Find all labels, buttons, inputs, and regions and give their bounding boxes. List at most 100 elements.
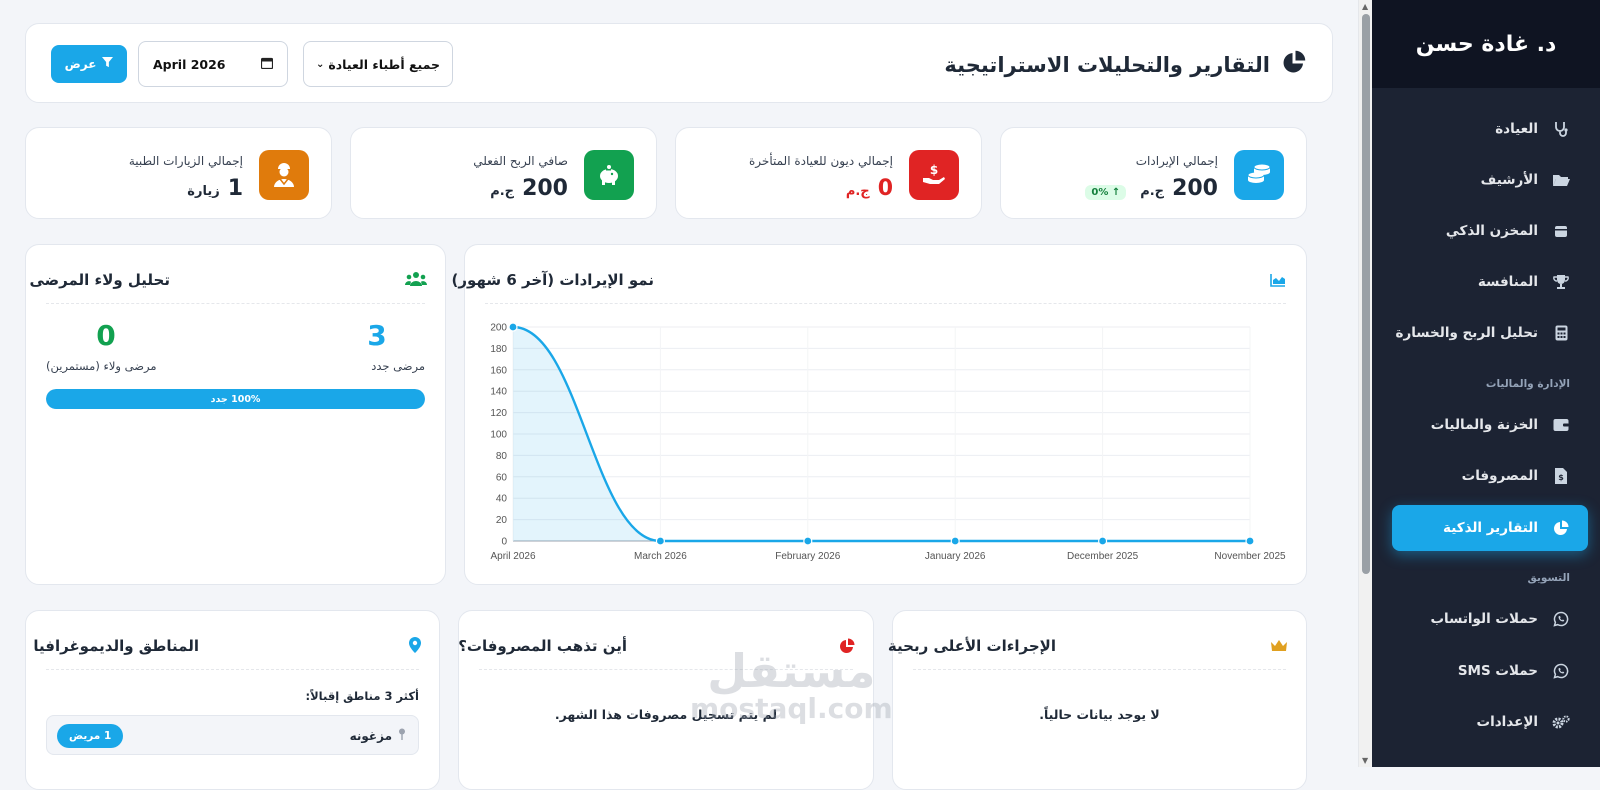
view-button-label: عرض xyxy=(64,57,97,71)
data-point xyxy=(508,322,518,332)
map-marker-icon xyxy=(409,637,421,657)
invoice-icon: $ xyxy=(1550,468,1572,484)
x-tick-label: February 2026 xyxy=(775,551,840,562)
sidebar-item-label: الأرشيف xyxy=(1480,172,1538,188)
region-list-item: مزغونه 1 مريض xyxy=(46,715,419,755)
divider xyxy=(46,303,425,304)
region-name-wrap: مزغونه xyxy=(350,728,406,743)
pie-chart-icon xyxy=(1550,520,1572,536)
sidebar-item-smart-reports[interactable]: التقارير الذكية xyxy=(1392,505,1588,551)
scroll-up-arrow-icon[interactable]: ▲ xyxy=(1362,2,1368,11)
sidebar-item-smart-store[interactable]: المخزن الذكي xyxy=(1392,208,1588,254)
sidebar-item-expenses[interactable]: $ المصروفات xyxy=(1392,453,1588,499)
y-tick-label: 60 xyxy=(496,472,508,483)
sidebar-item-label: المصروفات xyxy=(1461,468,1538,484)
y-tick-label: 100 xyxy=(490,430,507,441)
region-count-badge: 1 مريض xyxy=(57,724,124,748)
sidebar-item-clinic[interactable]: العيادة xyxy=(1392,106,1588,152)
sidebar-item-label: حملات SMS xyxy=(1457,663,1538,679)
divider xyxy=(479,669,853,670)
sidebar-item-label: الإعدادات xyxy=(1476,714,1538,730)
page-scrollbar[interactable]: ▲ ▼ xyxy=(1358,0,1372,767)
kpi-unit: ج.م xyxy=(845,184,870,199)
sidebar-item-whatsapp-campaigns[interactable]: حملات الواتساب xyxy=(1392,596,1588,642)
sidebar-section-marketing: التسويق xyxy=(1527,572,1570,584)
kpi-label: صافي الربح الفعلي xyxy=(473,154,568,168)
stethoscope-icon xyxy=(1550,121,1572,137)
kpi-value-wrap: 200 ج.م ↑ 0% xyxy=(1085,176,1218,201)
trend-badge-value: 0% xyxy=(1091,187,1109,198)
svg-text:$: $ xyxy=(930,163,938,177)
doctor-filter-select[interactable]: جميع أطباء العيادة ⌄ xyxy=(303,41,453,87)
scrollbar-thumb[interactable] xyxy=(1362,14,1370,574)
kpi-label: إجمالي ديون للعيادة المتأخرة xyxy=(749,154,893,168)
kpi-card-visits: إجمالي الزيارات الطبية 1 زيارة xyxy=(25,127,332,219)
x-tick-label: March 2026 xyxy=(634,551,687,562)
x-tick-label: November 2025 xyxy=(1214,551,1286,562)
sidebar-item-label: حملات الواتساب xyxy=(1430,611,1538,627)
loyal-patients-count: 0 xyxy=(96,319,116,352)
kpi-value: 1 xyxy=(227,176,243,201)
y-tick-label: 160 xyxy=(490,365,507,376)
patient-loyalty-card: تحليل ولاء المرضى 3 مرضى جدد 0 مرضى ولاء… xyxy=(25,244,446,585)
divider xyxy=(46,669,419,670)
wallet-icon xyxy=(1550,418,1572,432)
page-title-wrap: التقارير والتحليلات الاستراتيجية xyxy=(944,50,1306,79)
y-tick-label: 140 xyxy=(490,387,507,398)
sidebar-item-treasury[interactable]: الخزنة والماليات xyxy=(1392,402,1588,448)
revenue-chart: 0 20 40 60 80 100 120 140 160 180 200 April 2026 Mar… xyxy=(490,322,1286,562)
sidebar-item-settings[interactable]: الإعدادات xyxy=(1392,699,1588,745)
sidebar-item-label: العيادة xyxy=(1495,121,1538,137)
sidebar-item-label: المخزن الذكي xyxy=(1445,223,1538,239)
month-picker-input[interactable]: April 2026 xyxy=(138,41,288,87)
piggy-bank-icon xyxy=(584,150,634,200)
sidebar-item-competition[interactable]: المنافسة xyxy=(1392,259,1588,305)
kpi-card-revenue: إجمالي الإيرادات 200 ج.م ↑ 0% xyxy=(1000,127,1307,219)
whatsapp-icon xyxy=(1550,611,1572,627)
x-tick-label: January 2026 xyxy=(925,551,986,562)
gears-icon xyxy=(1550,714,1572,730)
kpi-card-debts: $ إجمالي ديون للعيادة المتأخرة 0 ج.م xyxy=(675,127,982,219)
data-point xyxy=(1245,536,1255,546)
sidebar-item-sms-campaigns[interactable]: حملات SMS xyxy=(1392,648,1588,694)
trend-badge: ↑ 0% xyxy=(1085,185,1127,200)
scroll-down-arrow-icon[interactable]: ▼ xyxy=(1362,756,1368,765)
calendar-icon[interactable] xyxy=(260,57,274,72)
kpi-value: 0 xyxy=(877,176,893,201)
trophy-icon xyxy=(1550,274,1572,290)
loyalty-progress-fill: 100% جدد xyxy=(46,389,425,409)
kpi-card-net-profit: صافي الربح الفعلي 200 ج.م xyxy=(350,127,657,219)
new-patients-count: 3 xyxy=(367,319,387,352)
kpi-value: 200 xyxy=(522,176,568,201)
kpi-label: إجمالي الإيرادات xyxy=(1135,154,1218,168)
doctor-filter-value: جميع أطباء العيادة xyxy=(328,56,440,72)
sidebar-section-management: الإدارة والماليات xyxy=(1485,378,1570,390)
y-tick-label: 80 xyxy=(496,451,508,462)
sidebar-item-label: التقارير الذكية xyxy=(1443,520,1538,536)
data-point xyxy=(950,536,960,546)
view-button[interactable]: عرض xyxy=(51,45,127,83)
top-procedures-empty: لا يوجد بيانات حالياً. xyxy=(1039,707,1160,722)
y-tick-label: 20 xyxy=(496,515,508,526)
top-procedures-title: الإجراءات الأعلى ربحية xyxy=(887,637,1056,655)
filter-icon xyxy=(102,57,114,71)
sidebar-item-label: الخزنة والماليات xyxy=(1430,417,1538,433)
kpi-label: إجمالي الزيارات الطبية xyxy=(128,154,243,168)
kpi-value: 200 xyxy=(1172,176,1218,201)
pie-chart-icon xyxy=(1282,50,1306,79)
coins-icon xyxy=(1234,150,1284,200)
y-tick-label: 180 xyxy=(490,344,507,355)
x-tick-label: April 2026 xyxy=(490,551,535,562)
map-pin-icon xyxy=(398,728,406,743)
calculator-icon xyxy=(1550,325,1572,341)
sidebar-item-profit-loss[interactable]: تحليل الربح والخسارة xyxy=(1392,310,1588,356)
month-picker-value: April 2026 xyxy=(153,56,226,72)
page-title: التقارير والتحليلات الاستراتيجية xyxy=(944,52,1270,77)
y-tick-label: 120 xyxy=(490,408,507,419)
regions-demographics-card: المناطق والديموغرافيا أكثر 3 مناطق إقبال… xyxy=(25,610,440,790)
sidebar-item-archive[interactable]: الأرشيف xyxy=(1392,157,1588,203)
divider xyxy=(913,669,1286,670)
regions-subtitle: أكثر 3 مناطق إقبالاً: xyxy=(305,689,419,703)
expenses-breakdown-title: أين تذهب المصروفات؟ xyxy=(458,637,627,655)
chevron-down-icon: ⌄ xyxy=(316,58,325,70)
